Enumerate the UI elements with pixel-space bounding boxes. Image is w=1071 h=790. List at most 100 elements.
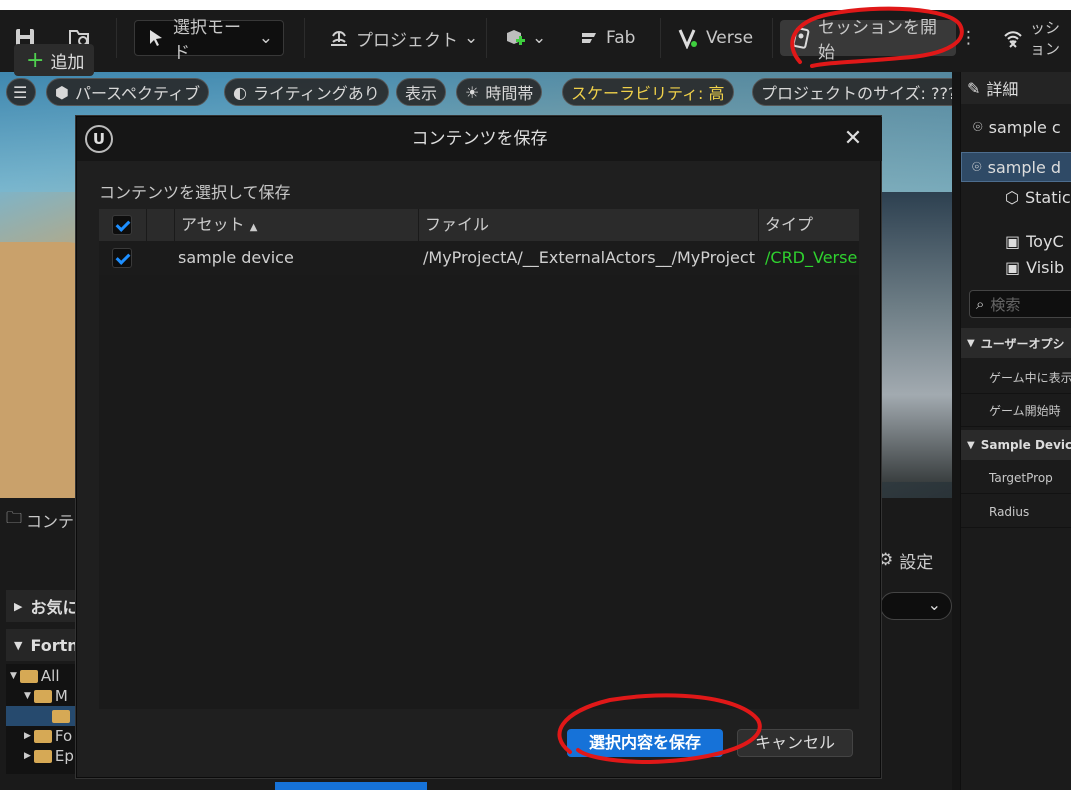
component-static[interactable]: ⬡ Static (961, 182, 1071, 212)
row-checkbox[interactable] (112, 248, 132, 268)
settings-label: 設定 (899, 552, 934, 573)
triangle-right-icon: ▶ (24, 731, 31, 741)
island-icon (328, 27, 350, 49)
prop-visible-in-game[interactable]: ゲーム中に表示 (961, 362, 1071, 394)
triangle-down-icon: ▼ (967, 439, 975, 451)
triangle-down-icon: ▼ (24, 691, 31, 701)
fortnite-section[interactable]: ▼ Fortn (6, 629, 86, 661)
tree-item-epic[interactable]: ▶ Ep (24, 746, 74, 766)
folder-open-icon (33, 689, 52, 703)
scalability-button[interactable]: スケーラビリティ: 高 (562, 78, 734, 106)
start-session-button[interactable]: セッションを開始 (780, 18, 956, 63)
details-search-input[interactable]: ⌕ 検索 (969, 290, 1071, 318)
component-label: sample d (987, 157, 1062, 177)
project-size-button[interactable]: プロジェクトのサイズ: ??? (752, 78, 952, 106)
hamburger-icon: ☰ (13, 82, 28, 102)
file-column-header[interactable]: ファイル (419, 209, 759, 241)
tree-item-project[interactable]: ▼ M (24, 686, 68, 706)
prop-label: TargetProp (989, 470, 1053, 485)
category-user-options[interactable]: ▼ ユーザーオプシ (961, 328, 1071, 358)
perspective-label: パースペクティブ (74, 84, 201, 103)
filter-combo[interactable]: ⌄ (880, 592, 952, 620)
session-button-2[interactable]: ッション (994, 19, 1071, 58)
verse-button[interactable]: Verse (668, 20, 763, 56)
prop-radius[interactable]: Radius (961, 496, 1071, 528)
project-label: プロジェクト (356, 30, 458, 51)
content-browser-settings-button[interactable]: ⚙ 設定 (878, 544, 933, 576)
content-browser-tab[interactable]: 🗀 コンテ (0, 504, 80, 536)
component-tree-root[interactable]: ⌾ sample d (961, 152, 1071, 182)
more-options-icon: ⋮ (960, 28, 977, 48)
prop-game-start[interactable]: ゲーム開始時 (961, 395, 1071, 427)
prop-label: Radius (989, 504, 1030, 519)
project-dropdown[interactable]: プロジェクト ⌄ (318, 20, 488, 56)
category-sample-device[interactable]: ▼ Sample Device (961, 430, 1071, 460)
favorites-section[interactable]: ▶ お気に (6, 590, 86, 622)
category-label: ユーザーオプシ (980, 336, 1065, 351)
add-content-dropdown[interactable]: ⌄ (494, 20, 556, 56)
cancel-button[interactable]: キャンセル (737, 729, 853, 757)
details-panel: ✎ 詳細 ⌾ sample c ⌾ sample d ⬡ Static ▣ To… (960, 72, 1071, 790)
device-icon: ⌾ (972, 157, 982, 176)
select-all-checkbox[interactable] (112, 215, 132, 235)
type-column-header[interactable]: タイプ (759, 209, 859, 241)
table-row[interactable]: sample device /MyProjectA/__ExternalActo… (99, 241, 859, 275)
asset-column-label: アセット (181, 215, 245, 234)
add-button[interactable]: + 追加 (14, 44, 94, 76)
start-session-label: セッションを開始 (818, 18, 937, 63)
component-label: ToyC (1026, 231, 1064, 251)
fab-label: Fab (606, 28, 636, 48)
viewport-menu-button[interactable]: ☰ (6, 78, 36, 106)
lighting-label: ライティングあり (252, 84, 380, 103)
save-selected-button[interactable]: 選択内容を保存 (567, 729, 723, 757)
chevron-down-icon: ⌄ (258, 28, 273, 48)
lighting-button[interactable]: ◐ ライティングあり (224, 78, 389, 106)
tree-item-fortnite[interactable]: ▶ Fo (24, 726, 72, 746)
details-title: 詳細 (986, 80, 1019, 99)
category-label: Sample Device (980, 438, 1071, 452)
time-of-day-button[interactable]: ☀ 時間帯 (456, 78, 543, 106)
time-of-day-label: 時間帯 (485, 84, 534, 103)
component-visibility[interactable]: ▣ Visib (961, 256, 1071, 278)
perspective-button[interactable]: ⬢ パースペクティブ (46, 78, 210, 106)
plus-icon: + (26, 47, 45, 73)
selection-mode-dropdown[interactable]: 選択モード ⌄ (134, 18, 284, 63)
top-strip (0, 0, 1071, 10)
details-tab[interactable]: ✎ 詳細 (961, 72, 1071, 104)
cursor-icon (145, 27, 167, 49)
fortnite-label: Fortn (30, 635, 79, 655)
component-toy[interactable]: ▣ ToyC (961, 226, 1071, 256)
type-cell: /CRD_Verse (765, 248, 858, 267)
folder-icon (52, 709, 70, 723)
component-label: Visib (1026, 257, 1065, 277)
session-options-button[interactable]: ⋮ (956, 20, 981, 56)
tree-item-selected[interactable] (6, 706, 82, 726)
scene-structure (880, 192, 952, 482)
chevron-down-icon: ⌄ (464, 28, 479, 48)
component-icon: ▣ (1005, 257, 1021, 277)
wifi-icon (1002, 27, 1024, 49)
triangle-down-icon: ▼ (10, 671, 17, 681)
asset-cell: sample device (178, 248, 294, 267)
toolbar-separator (116, 18, 117, 58)
toolbar-separator (660, 18, 661, 58)
fab-button[interactable]: Fab (568, 20, 645, 56)
tree-item-all[interactable]: ▼ All (10, 666, 60, 686)
selected-actor-header: ⌾ sample c (961, 112, 1071, 142)
close-button[interactable]: ✕ (839, 125, 867, 153)
folder-icon (33, 729, 52, 743)
folder-icon (33, 749, 52, 763)
project-size-label: プロジェクトのサイズ: ??? (761, 84, 952, 103)
device-icon: ⌾ (973, 117, 983, 136)
show-button[interactable]: 表示 (396, 78, 447, 106)
table-empty-area (99, 275, 859, 709)
prop-target-prop[interactable]: TargetProp (961, 462, 1071, 494)
asset-column-header[interactable]: アセット ▲ (175, 209, 419, 241)
component-label: Static (1024, 187, 1071, 207)
select-all-cell (99, 209, 147, 241)
editor-window: 選択モード ⌄ プロジェクト ⌄ ⌄ Fab Verse セッションを開始 ⋮ … (0, 0, 1071, 790)
file-column-label: ファイル (425, 215, 490, 234)
triangle-down-icon: ▼ (14, 638, 23, 652)
prop-label: ゲーム中に表示 (989, 371, 1071, 385)
blank-header (147, 209, 175, 241)
